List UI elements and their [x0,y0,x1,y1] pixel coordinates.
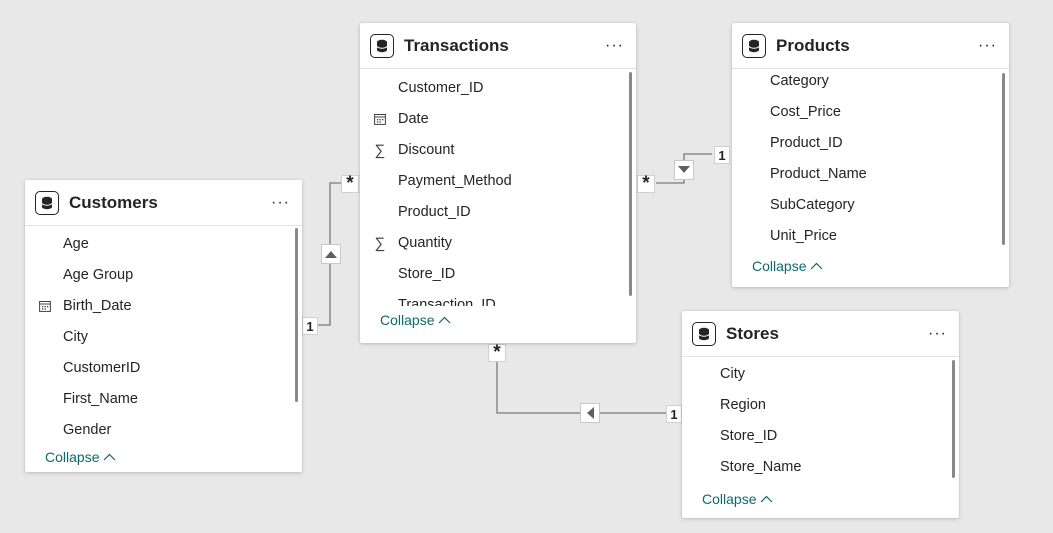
field-item[interactable]: Date [360,103,636,134]
transactions-table-card[interactable]: Transactions ··· Customer_ID Date ∑ Disc… [360,23,636,343]
chevron-up-icon [103,450,116,464]
calendar-icon [37,298,53,314]
more-options-button[interactable]: ··· [605,37,624,55]
field-item[interactable]: Transaction_ID [360,289,636,307]
cardinality-many-marker: * [488,342,506,363]
table-icon [692,321,716,346]
chevron-up-icon [810,259,823,273]
stores-header[interactable]: Stores ··· [682,311,959,357]
table-title: Transactions [404,35,509,55]
scrollbar[interactable] [1002,73,1005,245]
field-item[interactable]: Customer_ID [360,72,636,103]
table-icon [742,33,766,58]
field-item[interactable]: Store_ID [682,420,959,451]
scrollbar[interactable] [295,228,298,402]
transactions-header[interactable]: Transactions ··· [360,23,636,69]
calendar-icon [372,111,388,127]
cardinality-many-marker: * [637,173,655,194]
collapse-button[interactable]: Collapse [25,446,302,468]
field-item[interactable]: Age Group [25,259,302,290]
cardinality-many-marker: * [341,173,359,194]
more-options-button[interactable]: ··· [978,37,997,55]
stores-table-card[interactable]: Stores ··· City Region Store_ID Store_Na… [682,311,959,518]
scrollbar[interactable] [952,360,955,478]
field-item[interactable]: Payment_Method [360,165,636,196]
sigma-icon: ∑ [374,141,386,159]
field-item[interactable]: CustomerID [25,352,302,383]
field-item[interactable]: First_Name [25,383,302,414]
field-item[interactable]: Cost_Price [732,96,1009,127]
scrollbar[interactable] [629,72,632,296]
field-list: City Region Store_ID Store_Name [682,358,959,484]
table-icon [35,190,59,215]
collapse-button[interactable]: Collapse [732,251,1009,281]
cardinality-one-marker: 1 [714,146,730,164]
field-item[interactable]: City [25,321,302,352]
cardinality-one-marker: 1 [302,317,318,335]
table-title: Products [776,35,850,55]
field-item[interactable]: Age [25,228,302,259]
customers-header[interactable]: Customers ··· [25,180,302,226]
field-item[interactable]: Store_Name [682,451,959,482]
chevron-up-icon [438,313,451,327]
table-title: Stores [726,323,779,343]
field-item[interactable]: Product_ID [732,127,1009,158]
products-header[interactable]: Products ··· [732,23,1009,69]
field-item[interactable]: Product_Name [732,158,1009,189]
chevron-up-icon [760,492,773,506]
field-item[interactable]: ∑ Quantity [360,227,636,258]
collapse-button[interactable]: Collapse [682,484,959,514]
field-item[interactable]: SubCategory [732,189,1009,220]
collapse-button[interactable]: Collapse [360,306,636,334]
customers-table-card[interactable]: Customers ··· Age Age Group Birth_Date C… [25,180,302,472]
field-item[interactable]: Unit_Price [732,220,1009,251]
table-title: Customers [69,192,158,212]
field-list: Customer_ID Date ∑ Discount Payment_Meth… [360,72,636,306]
cardinality-one-marker: 1 [666,405,682,423]
field-item[interactable]: City [682,358,959,389]
more-options-button[interactable]: ··· [928,325,947,343]
field-list: Age Age Group Birth_Date City CustomerID… [25,228,302,446]
more-options-button[interactable]: ··· [271,194,290,212]
field-item[interactable]: Birth_Date [25,290,302,321]
sigma-icon: ∑ [374,234,386,252]
field-item[interactable]: Gender [25,414,302,445]
field-list: Category Cost_Price Product_ID Product_N… [732,65,1009,251]
filter-direction-left-icon [580,403,600,423]
field-item[interactable]: ∑ Discount [360,134,636,165]
field-item[interactable]: Product_ID [360,196,636,227]
field-item[interactable]: Category [732,65,1009,96]
products-table-card[interactable]: Products ··· Category Cost_Price Product… [732,23,1009,287]
filter-direction-up-icon [321,244,341,264]
filter-direction-down-icon [674,160,694,180]
field-item[interactable]: Store_ID [360,258,636,289]
field-item[interactable]: Region [682,389,959,420]
table-icon [370,33,394,58]
